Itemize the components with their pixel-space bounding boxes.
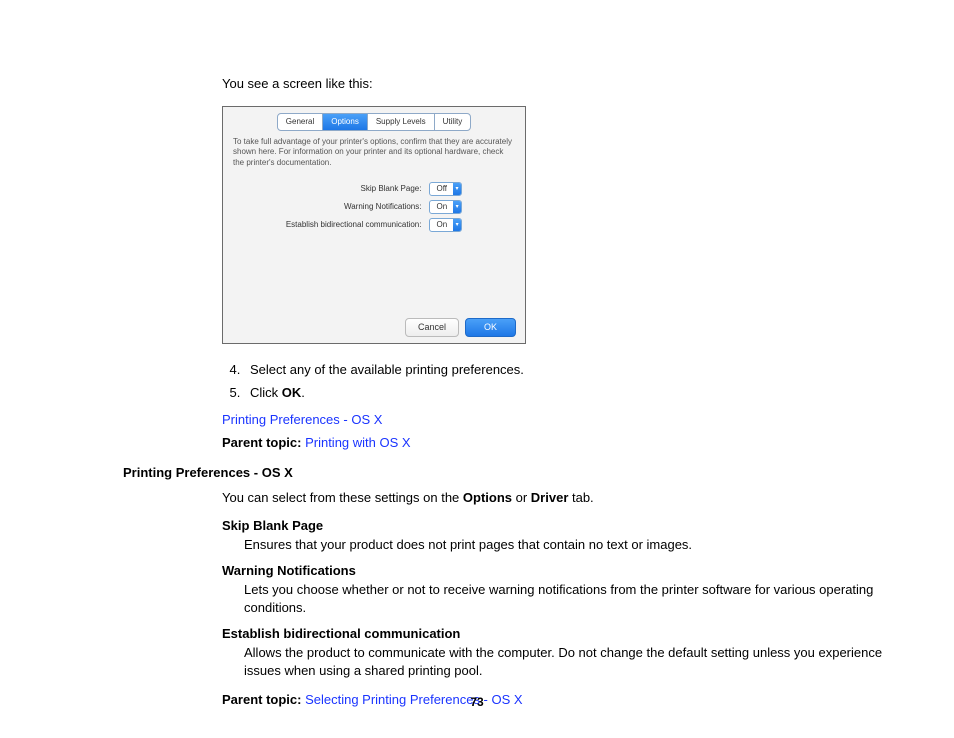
term-skip-blank-page: Skip Blank Page xyxy=(222,517,910,535)
section-heading: Printing Preferences - OS X xyxy=(123,464,910,482)
tab-group: General Options Supply Levels Utility xyxy=(277,113,471,131)
option-row: Skip Blank Page: Off ▾ xyxy=(283,181,465,197)
select-bidirectional[interactable]: On ▾ xyxy=(429,218,462,232)
option-row: Establish bidirectional communication: O… xyxy=(283,217,465,233)
term-bidirectional: Establish bidirectional communication xyxy=(222,625,910,643)
dialog-note: To take full advantage of your printer's… xyxy=(233,137,515,169)
tab-general[interactable]: General xyxy=(278,114,323,130)
tab-bar: General Options Supply Levels Utility xyxy=(223,107,525,131)
cancel-button[interactable]: Cancel xyxy=(405,318,459,336)
section-body: You can select from these settings on th… xyxy=(222,489,910,708)
options-table: Skip Blank Page: Off ▾ Warning Notificat… xyxy=(281,179,467,235)
dialog-footer: Cancel OK xyxy=(224,313,524,341)
chevron-down-icon: ▾ xyxy=(453,201,461,213)
tab-supply-levels[interactable]: Supply Levels xyxy=(368,114,435,130)
step-5: Click OK. xyxy=(244,381,910,405)
term-warning-notifications: Warning Notifications xyxy=(222,562,910,580)
definitions: Skip Blank Page Ensures that your produc… xyxy=(222,517,910,679)
intro-text: You see a screen like this: xyxy=(222,75,910,93)
para-d: Driver xyxy=(531,490,569,505)
desc-warning-notifications: Lets you choose whether or not to receiv… xyxy=(244,581,910,616)
select-warning[interactable]: On ▾ xyxy=(429,200,462,214)
link-printing-with-osx[interactable]: Printing with OS X xyxy=(305,435,411,450)
parent-topic-label: Parent topic: xyxy=(222,435,305,450)
dialog-body: To take full advantage of your printer's… xyxy=(223,131,525,235)
chevron-down-icon: ▾ xyxy=(453,183,461,195)
options-description: You can select from these settings on th… xyxy=(222,489,910,507)
select-skip-blank[interactable]: Off ▾ xyxy=(429,182,462,196)
option-label-skip-blank: Skip Blank Page: xyxy=(283,181,425,197)
tab-options[interactable]: Options xyxy=(323,114,368,130)
para-e: tab. xyxy=(568,490,593,505)
select-value: Off xyxy=(430,183,453,195)
step-4: Select any of the available printing pre… xyxy=(244,358,910,382)
chevron-down-icon: ▾ xyxy=(453,219,461,231)
intro-block: You see a screen like this: General Opti… xyxy=(222,75,910,452)
option-row: Warning Notifications: On ▾ xyxy=(283,199,465,215)
desc-bidirectional: Allows the product to communicate with t… xyxy=(244,644,910,679)
para-a: You can select from these settings on th… xyxy=(222,490,463,505)
para-b: Options xyxy=(463,490,512,505)
options-dialog-screenshot: General Options Supply Levels Utility To… xyxy=(222,106,526,344)
option-label-warning: Warning Notifications: xyxy=(283,199,425,215)
step-5-bold: OK xyxy=(282,385,302,400)
step-5-suffix: . xyxy=(301,385,305,400)
steps-list: Select any of the available printing pre… xyxy=(222,358,910,405)
desc-skip-blank-page: Ensures that your product does not print… xyxy=(244,536,910,554)
step-5-prefix: Click xyxy=(250,385,282,400)
link-printing-preferences-osx[interactable]: Printing Preferences - OS X xyxy=(222,412,382,427)
para-c: or xyxy=(512,490,531,505)
tab-utility[interactable]: Utility xyxy=(435,114,471,130)
manual-page: You see a screen like this: General Opti… xyxy=(0,0,954,738)
page-number: 73 xyxy=(0,694,954,710)
ok-button[interactable]: OK xyxy=(465,318,516,336)
option-label-bidirectional: Establish bidirectional communication: xyxy=(283,217,425,233)
select-value: On xyxy=(430,219,453,231)
select-value: On xyxy=(430,201,453,213)
